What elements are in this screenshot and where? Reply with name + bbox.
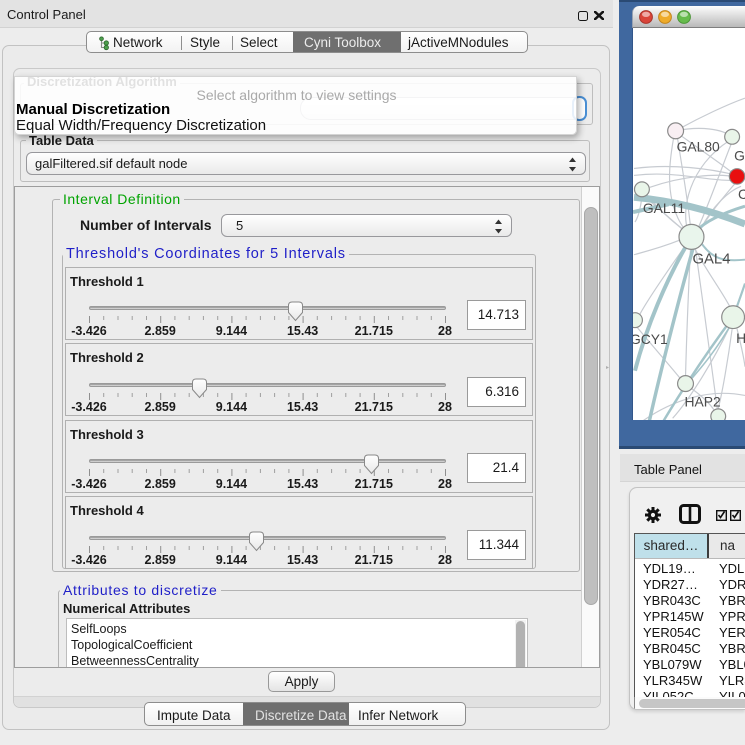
svg-text:CY: CY	[738, 186, 745, 202]
svg-text:GAL11: GAL11	[643, 200, 685, 216]
svg-text:GAL80: GAL80	[677, 139, 720, 155]
svg-text:GAL4: GAL4	[692, 252, 730, 268]
svg-text:GA: GA	[734, 148, 745, 164]
svg-text:GCY1: GCY1	[632, 331, 668, 347]
svg-text:HAP2: HAP2	[685, 393, 721, 409]
svg-text:HI: HI	[736, 330, 745, 346]
